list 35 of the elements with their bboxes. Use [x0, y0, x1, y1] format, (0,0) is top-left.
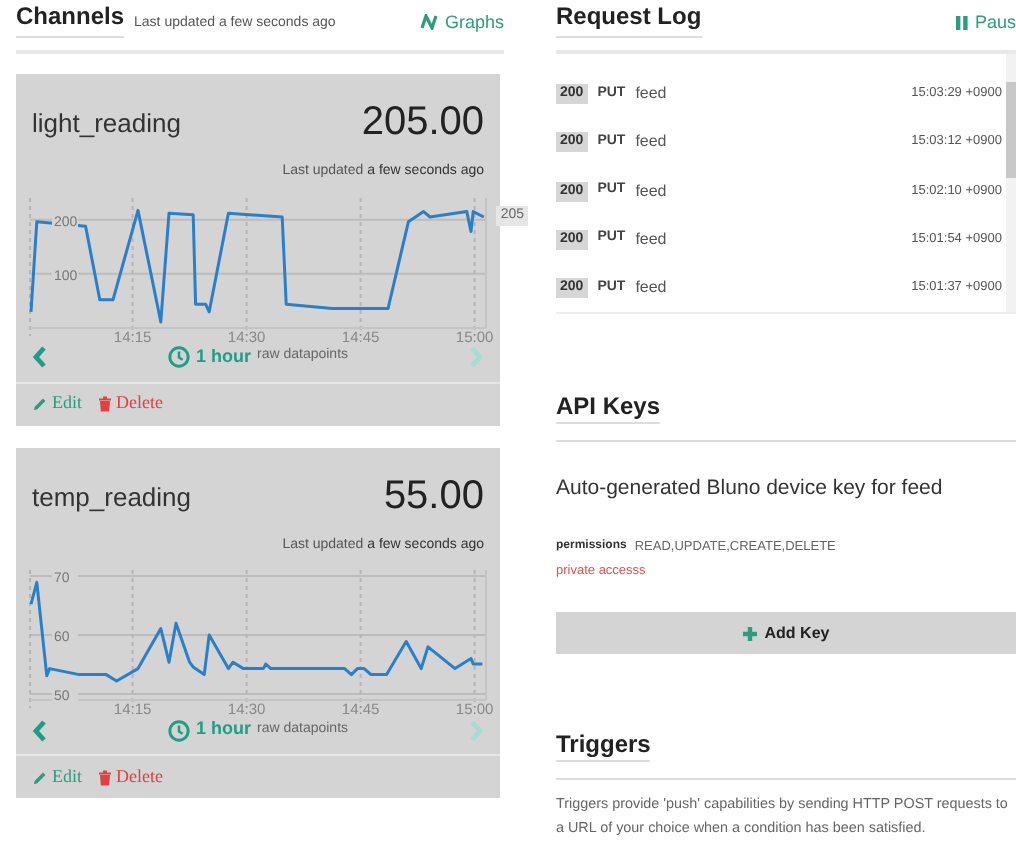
chevron-left-icon[interactable] [32, 719, 46, 741]
delete-link[interactable]: Delete [98, 763, 163, 791]
channel-value: 55.00 [383, 471, 484, 519]
trash-icon [98, 396, 112, 412]
edit-link[interactable]: Edit [32, 390, 82, 418]
key-description: Auto-generated Bluno device key for feed [556, 474, 945, 504]
path-text: feed [635, 130, 667, 155]
section-heading: API Keys [556, 392, 661, 424]
path-text: feed [635, 275, 667, 300]
section-heading: Channels [16, 0, 125, 38]
clock-icon [167, 719, 190, 741]
add-key-button[interactable]: Add Key [556, 612, 1016, 655]
pencil-icon [32, 769, 48, 785]
delete-link[interactable]: Delete [98, 390, 163, 418]
section-heading: Triggers [556, 730, 651, 763]
section-heading: Request Log [556, 0, 702, 38]
pause-button[interactable]: Paus [956, 9, 1016, 36]
pencil-icon [32, 396, 48, 412]
channel-value: 205.00 [361, 98, 484, 146]
graphs-link[interactable]: Graphs [420, 9, 504, 36]
scrollbar[interactable] [1006, 54, 1016, 312]
clock-icon [167, 346, 190, 368]
trash-icon [98, 769, 112, 785]
line-chart-icon [420, 14, 439, 31]
chevron-left-icon[interactable] [32, 346, 46, 368]
path-text: feed [635, 179, 667, 203]
range-label[interactable]: 1 hour [195, 716, 251, 744]
range-label[interactable]: 1 hour [195, 343, 251, 371]
channel-name: light_reading [32, 106, 181, 142]
plus-icon [742, 625, 759, 642]
channel-name: temp_reading [32, 479, 191, 516]
edit-link[interactable]: Edit [32, 763, 82, 791]
path-text: feed [635, 82, 667, 107]
pause-icon [956, 15, 969, 30]
path-text: feed [635, 227, 667, 252]
